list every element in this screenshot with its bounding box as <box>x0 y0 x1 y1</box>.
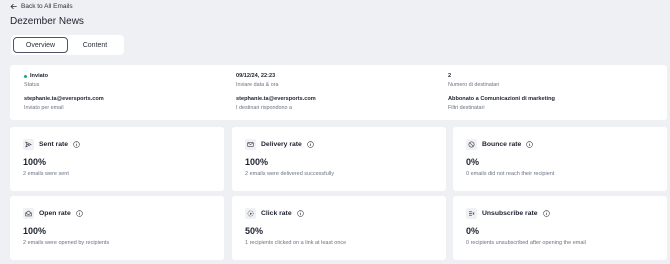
delivery-rate-card: Delivery rate 100% 2 emails were deliver… <box>232 127 446 191</box>
status-dot-icon <box>24 74 27 78</box>
sent-rate-card: Sent rate 100% 2 emails were sent <box>10 127 224 191</box>
reply-to-value: stephanie.ta@eversports.com <box>236 96 316 102</box>
sent-date-label: Inviare data & ora <box>236 82 279 88</box>
open-rate-description: 2 emails were opened by recipients <box>23 240 110 246</box>
unsubscribe-rate-value: 0% <box>466 226 480 236</box>
mail-check-icon <box>245 139 256 150</box>
delivery-rate-value: 100% <box>245 157 269 167</box>
info-icon[interactable] <box>76 210 83 217</box>
status-value: Inviato <box>30 73 49 79</box>
tab-bar: Overview Content <box>11 35 124 55</box>
bounce-rate-card: Bounce rate 0% 0 emails did not reach th… <box>453 127 667 191</box>
status-field: Inviato Status <box>24 73 48 88</box>
status-label: Status <box>24 82 40 88</box>
reply-to-label: I destinari rispondono a <box>236 105 293 111</box>
tab-content[interactable]: Content <box>68 37 122 53</box>
open-rate-value: 100% <box>23 226 47 236</box>
info-icon[interactable] <box>307 141 314 148</box>
click-rate-description: 1 recipients clicked on a link at least … <box>245 240 347 246</box>
recipient-filter-value: Abbonato a Comunicazioni di marketing <box>448 96 555 102</box>
mail-open-icon <box>23 208 34 219</box>
sender-value: stephanie.ta@eversports.com <box>24 96 104 102</box>
sender-label: Inviato per email <box>24 105 64 111</box>
info-icon[interactable] <box>296 210 304 217</box>
sent-rate-value: 100% <box>23 157 47 167</box>
click-rate-card: Click rate 50% 1 recipients clicked on a… <box>232 196 446 260</box>
reply-to-field: stephanie.ta@eversports.com I destinari … <box>236 96 316 111</box>
click-rate-title: Click rate <box>261 210 292 217</box>
arrow-left-icon <box>10 3 17 10</box>
recipients-count-field: 2 Numero di destinatari <box>448 73 499 88</box>
tab-overview[interactable]: Overview <box>13 37 68 53</box>
delivery-rate-title: Delivery rate <box>261 141 302 148</box>
sent-date-value: 09/12/24, 22:23 <box>236 73 276 79</box>
info-icon[interactable] <box>73 141 80 148</box>
sent-date-field: 09/12/24, 22:23 Inviare data & ora <box>236 73 279 88</box>
delivery-rate-description: 2 emails were delivered successfully <box>245 171 334 177</box>
back-link-label: Back to All Emails <box>21 3 73 10</box>
unsubscribe-rate-title: Unsubscribe rate <box>482 210 538 217</box>
sender-field: stephanie.ta@eversports.com Inviato per … <box>24 96 104 111</box>
block-icon <box>466 139 477 150</box>
recipient-filter-field: Abbonato a Comunicazioni di marketing Fi… <box>448 96 555 111</box>
page-title: Dezember News <box>10 16 84 27</box>
recipient-filter-label: Filtri destinatari <box>448 105 485 111</box>
unsubscribe-rate-description: 0 recipients unsubscribed after opening … <box>466 240 586 246</box>
recipients-count-label: Numero di destinatari <box>448 82 500 88</box>
recipients-count-value: 2 <box>448 73 452 79</box>
click-icon <box>245 208 256 219</box>
open-rate-title: Open rate <box>39 210 71 217</box>
info-icon[interactable] <box>542 210 550 217</box>
sent-rate-title: Sent rate <box>39 141 69 148</box>
info-icon[interactable] <box>526 141 534 148</box>
back-to-all-emails-link[interactable]: Back to All Emails <box>10 3 73 10</box>
bounce-rate-value: 0% <box>466 157 480 167</box>
unsubscribe-icon <box>466 208 477 219</box>
send-icon <box>23 139 34 150</box>
unsubscribe-rate-card: Unsubscribe rate 0% 0 recipients unsubsc… <box>453 196 667 260</box>
bounce-rate-description: 0 emails did not reach their recipient <box>466 171 555 177</box>
sent-rate-description: 2 emails were sent <box>23 171 69 177</box>
email-details-panel: Inviato Status 09/12/24, 22:23 Inviare d… <box>10 65 667 120</box>
bounce-rate-title: Bounce rate <box>482 141 522 148</box>
click-rate-value: 50% <box>245 226 264 236</box>
open-rate-card: Open rate 100% 2 emails were opened by r… <box>10 196 224 260</box>
